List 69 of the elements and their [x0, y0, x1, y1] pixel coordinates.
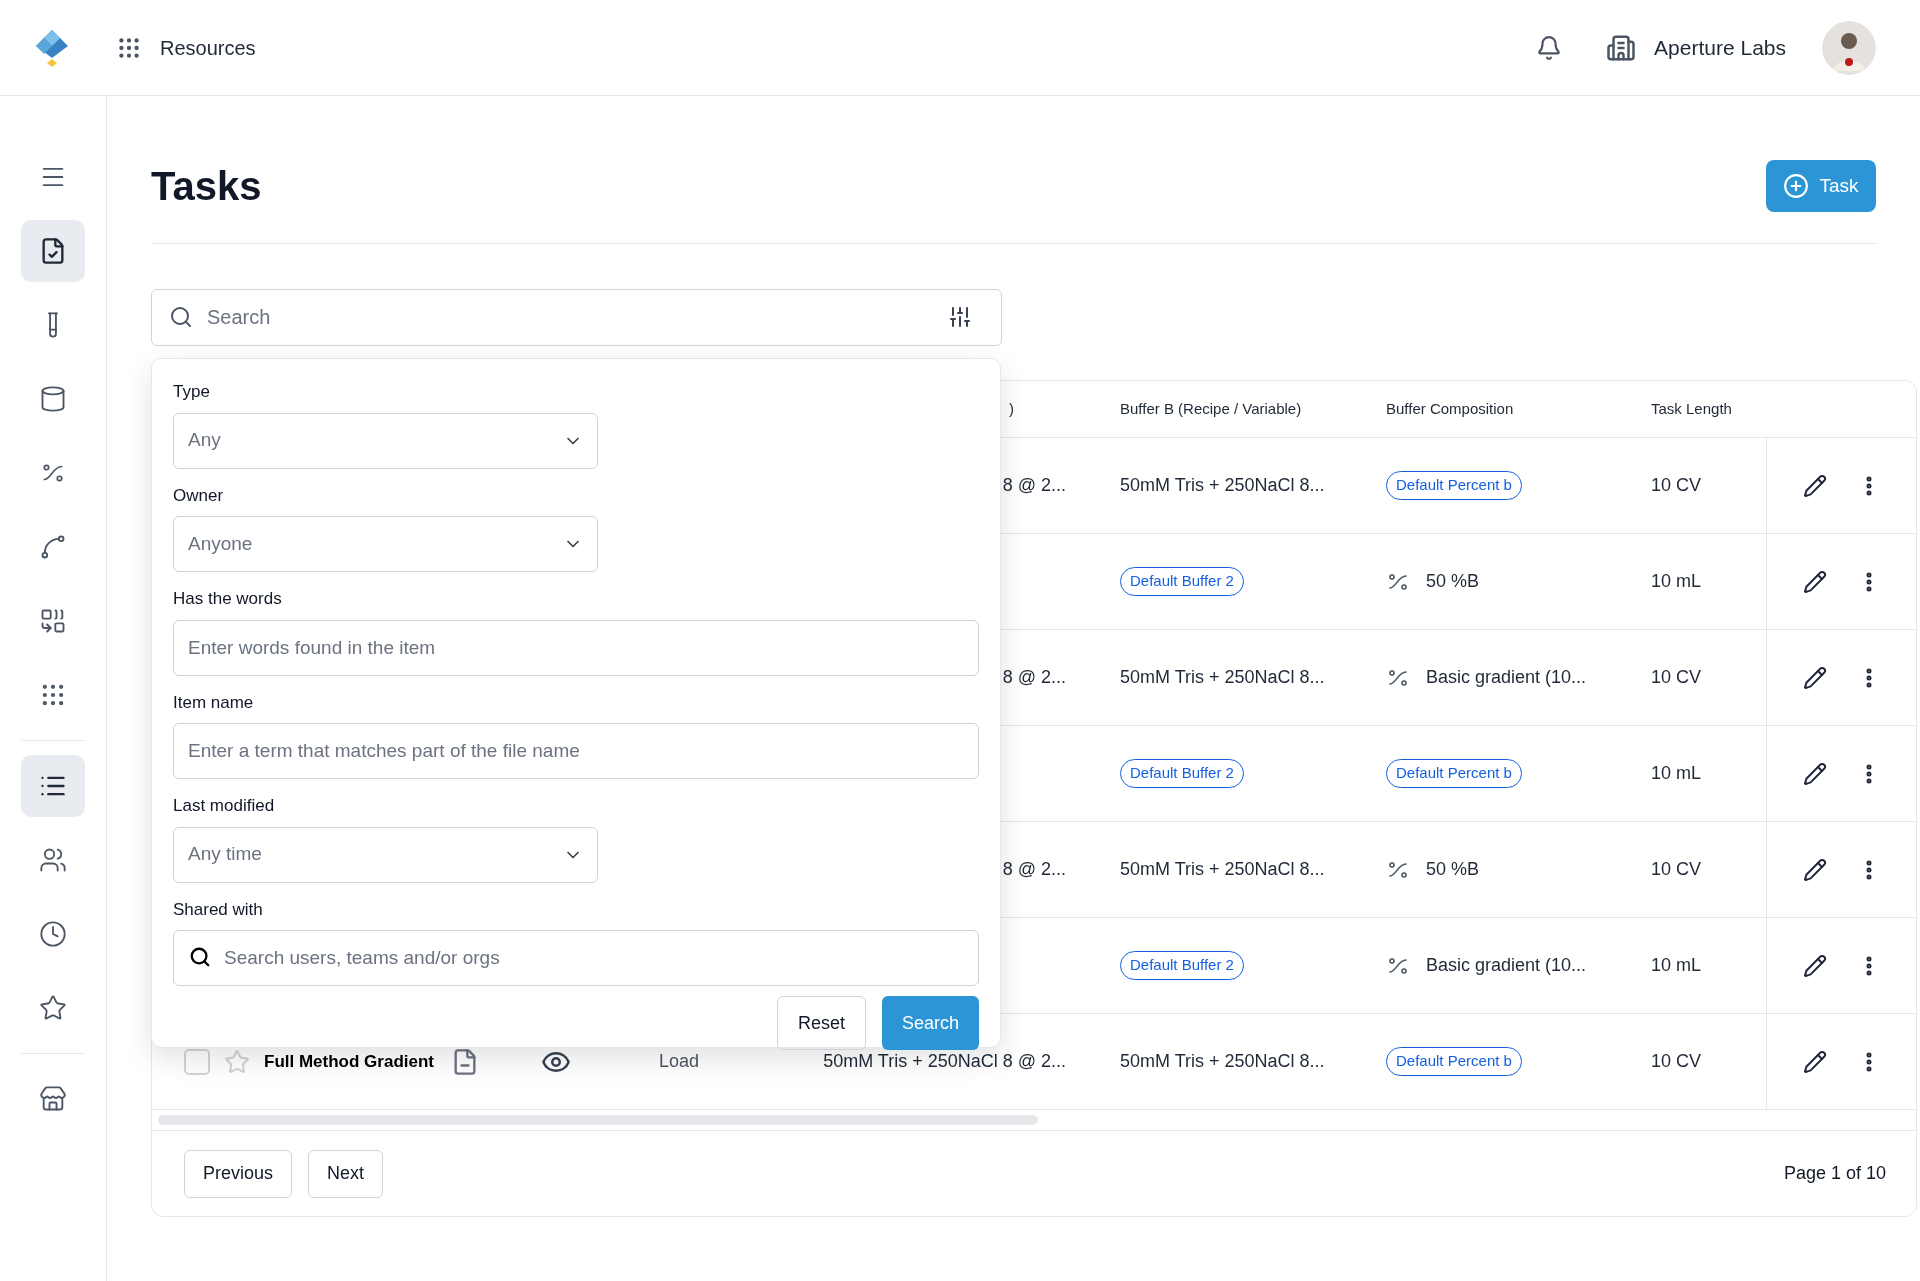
- search-icon: [189, 946, 211, 968]
- page-indicator: Page 1 of 10: [1783, 1162, 1886, 1185]
- buffer-text: 50mM Tris + 250NaCl 8...: [1120, 1051, 1325, 1071]
- buffer-text: 8 @ 2...: [1002, 474, 1066, 497]
- edit-icon[interactable]: [1803, 1049, 1827, 1074]
- composition-text: Basic gradient (10...: [1426, 954, 1587, 977]
- length-text: 10 mL: [1651, 955, 1702, 975]
- org-name[interactable]: Aperture Labs: [1654, 31, 1786, 64]
- field-label: Item name: [173, 691, 255, 714]
- composition-text: 50 %B: [1426, 570, 1480, 593]
- field-label: Type: [173, 381, 211, 403]
- field-label: Has the words: [173, 588, 283, 610]
- length-text: 10 CV: [1651, 1051, 1702, 1071]
- buffer-text: 50mM Tris + 250NaCl 8...: [1120, 859, 1325, 879]
- reset-button[interactable]: Reset: [776, 996, 866, 1050]
- scrollbar[interactable]: [158, 1115, 1038, 1125]
- search-field[interactable]: Search: [151, 289, 1002, 346]
- field-label: Owner: [173, 484, 225, 507]
- input-field[interactable]: Enter words found in the item: [173, 619, 979, 676]
- length-text: 10 mL: [1651, 571, 1702, 591]
- users-icon: [39, 846, 67, 874]
- length-text: 10 CV: [1651, 859, 1702, 879]
- store-icon: [39, 1085, 67, 1113]
- select-field[interactable]: Anyone: [173, 516, 598, 572]
- edit-icon[interactable]: [1803, 953, 1827, 978]
- edit-icon[interactable]: [1803, 569, 1827, 594]
- bell-icon[interactable]: [1536, 34, 1563, 61]
- step-text: Load: [659, 1051, 700, 1071]
- edit-icon[interactable]: [1803, 665, 1827, 690]
- curve-icon: [39, 533, 67, 561]
- buffer-text: 50mM Tris + 250NaCl 8...: [1120, 667, 1325, 687]
- task-name[interactable]: Full Method Gradient: [264, 1052, 434, 1071]
- length-text: 10 CV: [1651, 667, 1702, 687]
- select-field[interactable]: Any time: [173, 826, 598, 883]
- buffer-text: 8 @ 2...: [1002, 858, 1066, 881]
- plus-icon: [1783, 173, 1810, 199]
- length-text: 10 mL: [1651, 763, 1702, 783]
- next-button[interactable]: Next: [308, 1149, 384, 1198]
- filter-icon[interactable]: [948, 305, 972, 329]
- buffer-text: 50mM Tris + 250NaCl 8...: [1120, 475, 1325, 495]
- field-label: Last modified: [173, 795, 276, 817]
- search-icon: [169, 305, 193, 329]
- search-field[interactable]: Search users, teams and/or orgs: [173, 930, 979, 986]
- select-field[interactable]: Any: [173, 412, 598, 469]
- input-field[interactable]: Enter a term that matches part of the file name: [173, 723, 979, 779]
- edit-icon[interactable]: [1803, 473, 1827, 498]
- column-header: Buffer Composition: [1386, 398, 1515, 419]
- column-header: Buffer B (Recipe / Variable): [1120, 398, 1303, 419]
- cylinder-icon: [39, 385, 67, 413]
- column-header: ): [1009, 398, 1014, 419]
- page-title: Tasks: [151, 163, 262, 210]
- clock-icon: [39, 920, 67, 948]
- column-header: Task Length: [1651, 398, 1733, 419]
- composition-text: Basic gradient (10...: [1426, 666, 1587, 689]
- edit-icon[interactable]: [1803, 761, 1827, 786]
- length-text: 10 CV: [1651, 475, 1702, 495]
- composition-text: 50 %B: [1426, 858, 1480, 881]
- sidebar-item[interactable]: [21, 220, 85, 282]
- row-checkbox[interactable]: [184, 1048, 210, 1075]
- star-icon[interactable]: [224, 1048, 250, 1075]
- edit-icon[interactable]: [1803, 857, 1827, 882]
- previous-button[interactable]: Previous: [184, 1149, 293, 1198]
- sidebar-item[interactable]: [21, 755, 85, 817]
- buffer-text: 8 @ 2...: [1002, 666, 1066, 689]
- resources-link[interactable]: Resources: [160, 32, 256, 63]
- star-icon: [39, 994, 67, 1022]
- avatar[interactable]: [1822, 20, 1876, 75]
- field-label: Shared with: [173, 898, 264, 921]
- buffer-text: 50mM Tris + 250NaCl 8 @ 2...: [823, 1050, 1066, 1073]
